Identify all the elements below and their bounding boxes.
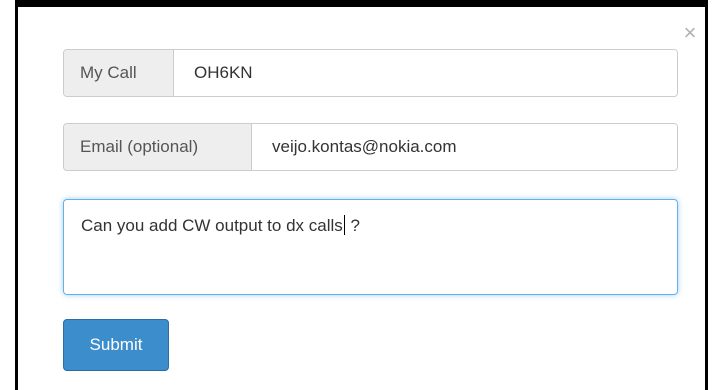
backdrop-top bbox=[15, 0, 708, 7]
feedback-modal: × My Call OH6KN Email (optional) veijo.k… bbox=[18, 7, 705, 390]
backdrop-right bbox=[705, 0, 708, 390]
submit-button[interactable]: Submit bbox=[63, 319, 169, 371]
message-textarea[interactable]: Can you add CW output to dx calls ? bbox=[63, 199, 678, 295]
my-call-group: My Call OH6KN bbox=[63, 49, 678, 97]
email-input[interactable]: veijo.kontas@nokia.com bbox=[252, 124, 677, 170]
my-call-label: My Call bbox=[64, 50, 174, 96]
message-text-before-caret: Can you add CW output to dx calls bbox=[81, 216, 343, 235]
my-call-input[interactable]: OH6KN bbox=[174, 50, 677, 96]
text-caret bbox=[343, 215, 345, 235]
email-group: Email (optional) veijo.kontas@nokia.com bbox=[63, 123, 678, 171]
close-icon[interactable]: × bbox=[681, 22, 699, 44]
message-text-after-caret: ? bbox=[345, 216, 360, 235]
email-label: Email (optional) bbox=[64, 124, 252, 170]
